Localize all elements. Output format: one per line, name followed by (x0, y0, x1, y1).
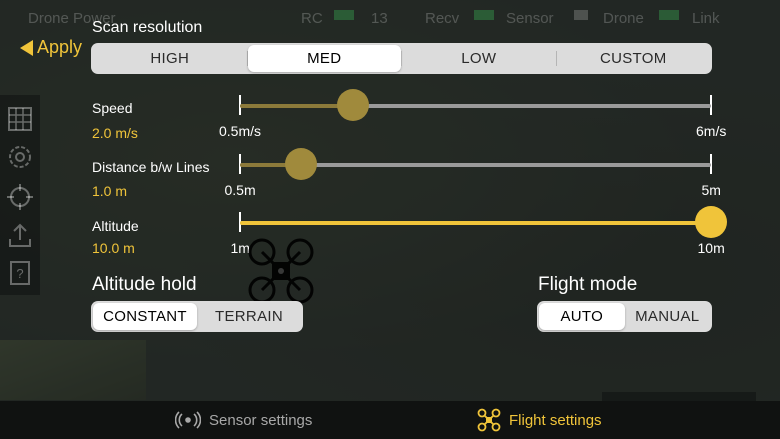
scan-option-med[interactable]: MED (247, 45, 401, 72)
bottom-tab-bar: Sensor settings Flight settings (0, 401, 780, 439)
drone-icon (246, 236, 316, 306)
crosshair-icon[interactable] (6, 183, 34, 211)
left-toolbar: ? (0, 95, 40, 295)
flight-mode-title: Flight mode (538, 274, 638, 295)
distance-value: 1.0 m (92, 183, 128, 199)
scan-option-low[interactable]: LOW (402, 45, 556, 72)
tab-flight-settings[interactable]: Flight settings (477, 401, 602, 439)
scan-resolution-control: HIGH MED LOW CUSTOM (91, 43, 712, 74)
scan-option-custom[interactable]: CUSTOM (557, 45, 711, 72)
upload-icon[interactable] (6, 221, 34, 249)
distance-thumb[interactable] (285, 148, 318, 180)
speed-min-label: 0.5m/s (219, 123, 262, 139)
distance-label: Distance b/w Lines (92, 159, 210, 175)
flight-mode-control: AUTO MANUAL (537, 301, 712, 332)
speed-label: Speed (92, 100, 133, 116)
flight-mode-auto[interactable]: AUTO (539, 303, 625, 330)
broadcast-icon (175, 411, 201, 429)
speed-thumb[interactable] (337, 89, 370, 121)
flight-mode-manual[interactable]: MANUAL (625, 303, 711, 330)
altitude-hold-constant[interactable]: CONSTANT (93, 303, 197, 330)
scan-option-high[interactable]: HIGH (93, 45, 247, 72)
altitude-label: Altitude (92, 218, 139, 234)
altitude-thumb[interactable] (695, 206, 727, 238)
svg-text:?: ? (16, 266, 23, 281)
altitude-hold-title: Altitude hold (92, 274, 197, 295)
altitude-track[interactable] (240, 221, 711, 225)
distance-min-label: 0.5m (224, 182, 256, 198)
help-book-icon[interactable]: ? (6, 259, 34, 287)
apply-label: Apply (37, 37, 83, 57)
altitude-fill (240, 221, 711, 225)
scan-resolution-title: Scan resolution (92, 19, 203, 36)
speed-value: 2.0 m/s (92, 125, 138, 141)
tab-sensor-settings[interactable]: Sensor settings (175, 401, 312, 439)
speed-max-label: 6m/s (696, 123, 727, 139)
satellite-count: 13 (371, 10, 388, 27)
drone-tab-icon (477, 408, 501, 432)
sensor-settings-label: Sensor settings (209, 411, 313, 429)
flight-settings-label: Flight settings (509, 411, 602, 429)
speed-track[interactable] (240, 104, 711, 108)
drone-label: Drone (603, 10, 644, 27)
rc-label: RC (301, 10, 323, 27)
apply-button[interactable]: Apply (20, 37, 82, 58)
distance-max-label: 5m (701, 182, 721, 198)
gear-sync-icon[interactable] (6, 143, 34, 171)
altitude-hold-terrain[interactable]: TERRAIN (197, 303, 301, 330)
back-arrow-icon (20, 39, 33, 56)
recv-label: Recv (425, 10, 460, 27)
altitude-value: 10.0 m (92, 240, 135, 256)
altitude-max-label: 10m (697, 240, 725, 256)
sensor-label: Sensor (506, 10, 554, 27)
altitude-hold-control: CONSTANT TERRAIN (91, 301, 303, 332)
link-label: Link (692, 10, 720, 27)
grid-icon[interactable] (6, 105, 34, 133)
